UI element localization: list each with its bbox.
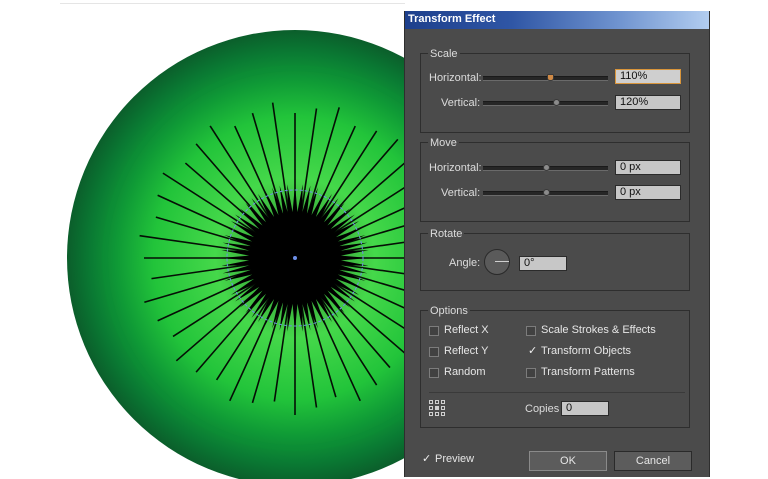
ok-button[interactable]: OK: [529, 451, 607, 471]
scale-group-label: Scale: [428, 48, 460, 60]
cancel-button[interactable]: Cancel: [614, 451, 692, 471]
move-group-label: Move: [428, 137, 459, 149]
options-divider: [429, 392, 685, 393]
copies-input[interactable]: 0: [561, 401, 609, 416]
transform-patterns-label[interactable]: Transform Patterns: [541, 367, 635, 378]
scale-group: [420, 53, 690, 133]
reflect-y-label[interactable]: Reflect Y: [444, 346, 488, 357]
scale-vertical-slider-knob[interactable]: [553, 99, 560, 106]
options-group-label: Options: [428, 305, 470, 317]
dialog-titlebar[interactable]: Transform Effect: [405, 11, 709, 29]
scale-vertical-slider[interactable]: [483, 101, 608, 106]
scale-strokes-checkbox[interactable]: [526, 326, 536, 336]
center-point: [293, 256, 297, 260]
reference-point-grid-icon[interactable]: [429, 400, 445, 416]
preview-label[interactable]: Preview: [435, 454, 474, 465]
preview-checkmark-icon[interactable]: ✓: [422, 454, 431, 465]
move-vertical-slider-knob[interactable]: [543, 189, 550, 196]
move-group: [420, 142, 690, 222]
rotate-group-label: Rotate: [428, 228, 465, 240]
scale-horizontal-slider[interactable]: [483, 76, 608, 81]
move-horizontal-input[interactable]: 0 px: [615, 160, 681, 175]
scale-vertical-input[interactable]: 120%: [615, 95, 681, 110]
scale-horizontal-label: Horizontal:: [429, 72, 482, 84]
scale-strokes-label[interactable]: Scale Strokes & Effects: [541, 325, 656, 336]
move-horizontal-label: Horizontal:: [429, 162, 482, 174]
rotate-angle-input[interactable]: 0°: [519, 256, 567, 271]
rotate-angle-dial[interactable]: [484, 249, 510, 275]
random-checkbox[interactable]: [429, 368, 439, 378]
scale-vertical-label: Vertical:: [441, 97, 481, 109]
transform-patterns-checkbox[interactable]: [526, 368, 536, 378]
scale-horizontal-input[interactable]: 110%: [615, 69, 681, 84]
transform-objects-label[interactable]: Transform Objects: [541, 346, 631, 357]
transform-effect-dialog: Transform Effect Scale Horizontal: 110% …: [404, 11, 710, 477]
reflect-x-label[interactable]: Reflect X: [444, 325, 489, 336]
rotate-angle-dial-indicator: [495, 261, 509, 262]
reflect-x-checkbox[interactable]: [429, 326, 439, 336]
reflect-y-checkbox[interactable]: [429, 347, 439, 357]
copies-label: Copies: [525, 403, 560, 415]
transform-objects-checkmark-icon[interactable]: ✓: [528, 346, 537, 357]
dialog-title: Transform Effect: [408, 13, 496, 25]
rotate-angle-label: Angle:: [449, 257, 481, 269]
move-horizontal-slider-knob[interactable]: [543, 164, 550, 171]
move-vertical-input[interactable]: 0 px: [615, 185, 681, 200]
scale-horizontal-slider-knob[interactable]: [547, 74, 554, 81]
move-vertical-label: Vertical:: [441, 187, 481, 199]
random-label[interactable]: Random: [444, 367, 486, 378]
